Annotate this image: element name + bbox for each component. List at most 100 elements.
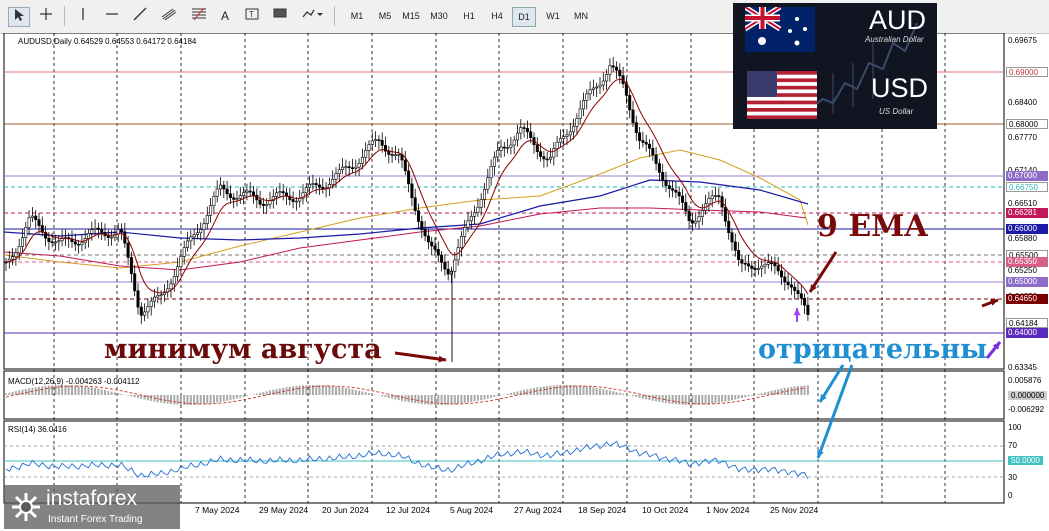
candle-body [710,195,714,199]
candle-body [120,229,124,233]
rectangle-icon[interactable] [270,7,290,25]
symbol-info: AUDUSD,Daily 0.64529 0.64553 0.64172 0.6… [18,37,197,46]
candle-body [360,157,364,164]
candle-body [143,311,147,316]
timeframe-h4[interactable]: H4 [486,7,508,25]
timeframe-w1[interactable]: W1 [542,7,564,25]
candle-body [591,87,595,91]
candle-body [806,304,810,315]
trendline-icon[interactable] [130,7,150,25]
candle-body [684,202,688,212]
candle-body [796,290,800,294]
candle-body [317,184,321,188]
candle-body [426,235,430,243]
candle-body [380,140,384,146]
candle-body [284,192,288,197]
aud-sublabel: Australian Dollar [865,35,924,44]
candle-body [430,241,434,247]
candle-body [608,65,612,75]
candle-body [565,134,569,137]
candle-body [733,241,737,251]
candle-body [443,262,447,270]
candle-body [87,233,91,239]
channel-icon[interactable] [158,7,180,25]
timeframe-m1[interactable]: M1 [346,7,368,25]
vertical-line-icon[interactable] [74,7,92,25]
candle-body [77,243,81,246]
candle-body [743,262,747,265]
price-level-label: 0.64184 [1006,318,1048,328]
candle-body [700,210,704,218]
candle-body [496,150,500,158]
timeframe-mn[interactable]: MN [570,7,592,25]
rsi-tick: 30 [1008,473,1017,482]
candle-body [17,246,21,254]
instaforex-logo-icon [12,493,40,521]
candle-body [661,172,665,181]
price-level-label: 0.64000 [1006,328,1048,338]
timeframe-m5[interactable]: M5 [374,7,396,25]
candle-body [519,127,523,134]
candle-body [252,191,256,196]
timeframe-m30[interactable]: M30 [428,7,450,25]
rsi-tick: 100 [1008,423,1022,432]
candle-body [680,195,684,203]
candle-body [664,179,668,186]
candle-body [80,242,84,246]
candle-body [50,241,54,244]
candle-body [357,163,361,168]
candle-body [647,143,651,149]
candle-body [614,66,618,71]
price-level-label: 0.66750 [1006,182,1048,192]
timeframe-m15[interactable]: M15 [400,7,422,25]
candle-body [334,173,338,180]
candle-body [667,185,671,189]
candle-body [123,231,127,244]
shapes-dropdown-icon[interactable] [298,7,326,25]
candle-body [390,154,394,156]
horizontal-line-icon[interactable] [102,7,122,25]
candle-body [671,188,675,191]
candle-body [57,240,61,243]
candle-body [133,273,137,292]
candle-body [773,262,777,267]
candle-body [618,69,622,76]
aud-label: AUD [869,5,927,35]
candle-body [512,139,516,146]
candle-body [542,156,546,160]
timeframe-d1[interactable]: D1 [512,7,536,27]
candle-body [331,178,335,185]
candle-body [294,200,298,203]
candle-body [179,256,183,268]
candle-body [159,294,163,296]
candle-body [555,141,559,149]
negative-annotation: отрицательны [758,334,988,365]
candle-body [53,241,57,244]
candle-body [397,154,401,156]
candle-body [416,210,420,222]
price-level-label: 0.66000 [1006,224,1048,234]
candle-body [575,118,579,127]
fibonacci-icon[interactable] [188,7,210,25]
text-label-icon[interactable]: T [242,7,262,25]
candle-body [209,205,213,216]
crosshair-icon[interactable] [36,7,56,25]
candle-body [727,220,731,233]
candle-body [545,158,549,161]
cursor-icon[interactable] [8,7,30,27]
candle-body [515,132,519,141]
candle-body [172,276,176,285]
price-tick: 0.65250 [1008,266,1037,275]
timeframe-h1[interactable]: H1 [458,7,480,25]
candle-body [509,144,513,148]
date-tick: 27 Aug 2024 [514,505,562,515]
candle-body [169,283,173,290]
candle-body [420,221,424,230]
text-tool-button[interactable]: A [216,7,234,25]
candle-body [717,195,721,198]
candle-body [756,267,760,270]
candle-body [770,262,774,265]
candle-body [265,203,269,206]
candle-body [611,65,615,68]
candle-body [651,147,655,156]
